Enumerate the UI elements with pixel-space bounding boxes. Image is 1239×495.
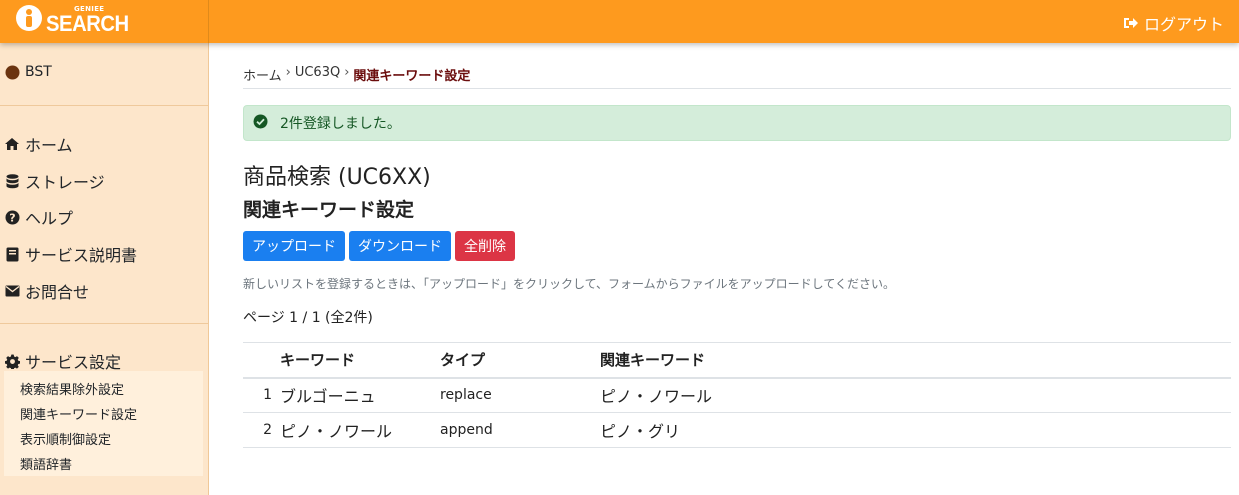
check-circle-icon [253,114,268,133]
row-index: 2 [243,412,280,448]
row-related: ピノ・グリ [600,412,1231,448]
pager-info: ページ 1 / 1 (全2件) [243,310,373,326]
home-icon [4,136,20,152]
sidebar-item-storage[interactable]: ストレージ [4,169,105,193]
breadcrumb-divider [243,88,1231,89]
database-icon [4,173,20,189]
submenu-item-exclusion[interactable]: 検索結果除外設定 [20,379,124,398]
sidebar-item-label: ストレージ [25,173,105,192]
sidebar-item-help[interactable]: ? ヘルプ [4,205,73,229]
row-type: append [440,412,600,448]
book-icon [4,246,20,262]
question-circle-icon: ? [4,209,20,225]
sidebar-item-service-settings[interactable]: サービス設定 [4,349,121,373]
sign-out-icon [1123,16,1139,30]
submenu-item-related-keywords[interactable]: 関連キーワード設定 [20,404,137,423]
row-keyword: ブルゴーニュ [280,377,440,413]
logo[interactable]: GENIEE SEARCH [0,0,209,43]
envelope-icon [4,283,20,299]
header-related: 関連キーワード [600,342,1231,379]
logout-label: ログアウト [1143,15,1224,34]
sidebar-item-home[interactable]: ホーム [4,132,73,156]
breadcrumb-account[interactable]: UC63Q [295,65,340,84]
header-keyword: キーワード [280,342,440,379]
row-keyword: ピノ・ノワール [280,412,440,448]
upload-button[interactable]: アップロード [243,231,345,261]
row-related: ピノ・ノワール [600,377,1231,413]
sidebar-divider [0,323,208,324]
table-header-row: キーワード タイプ 関連キーワード [243,342,1231,379]
alert-message: 2件登録しました。 [280,116,401,132]
breadcrumb-home[interactable]: ホーム [243,65,282,84]
logout-button[interactable]: ログアウト [1123,11,1224,35]
header-index [243,342,280,379]
page-title: 商品検索 (UC6XX) [243,165,431,190]
breadcrumb-current: 関連キーワード設定 [353,69,471,84]
breadcrumb-separator: › [285,65,291,80]
account-dot-icon [4,64,20,80]
submenu-item-display-order[interactable]: 表示順制御設定 [20,429,111,448]
sidebar-item-label: サービス説明書 [25,246,138,265]
sidebar-item-label: ホーム [25,136,73,155]
top-header: GENIEE SEARCH ログアウト [0,0,1239,43]
breadcrumb-separator: › [344,65,350,80]
sidebar-item-label: サービス設定 [25,353,122,372]
success-alert: 2件登録しました。 [243,105,1231,141]
submenu-item-synonyms[interactable]: 類語辞書 [20,454,72,473]
sidebar-item-label: ヘルプ [25,209,74,228]
section-title: 関連キーワード設定 [243,199,415,221]
row-type: replace [440,377,600,413]
sidebar-item-manual[interactable]: サービス説明書 [4,242,137,266]
row-index: 1 [243,377,280,413]
account-name: BST [25,64,52,80]
sidebar-item-contact[interactable]: お問合せ [4,279,89,303]
sidebar-item-label: お問合せ [25,283,90,302]
sidebar-divider [0,105,208,106]
sidebar: BST ホーム ストレージ ? ヘルプ サービス説明書 お問合せ サービス設定 … [0,43,209,495]
logo-text: SEARCH [46,11,129,36]
gear-icon [4,353,20,369]
svg-text:?: ? [9,211,15,224]
keyword-table: キーワード タイプ 関連キーワード 1 ブルゴーニュ replace ピノ・ノワ… [243,342,1231,448]
logo-info-icon [16,5,42,31]
breadcrumb: ホーム › UC63Q › 関連キーワード設定 [243,65,470,84]
download-button[interactable]: ダウンロード [349,231,451,261]
help-text: 新しいリストを登録するときは、「アップロード」をクリックして、フォームからファイ… [243,277,895,291]
table-row[interactable]: 1 ブルゴーニュ replace ピノ・ノワール [243,377,1231,413]
delete-all-button[interactable]: 全削除 [455,231,515,261]
table-row[interactable]: 2 ピノ・ノワール append ピノ・グリ [243,412,1231,448]
action-buttons: アップロード ダウンロード 全削除 [243,231,515,261]
header-type: タイプ [440,342,600,379]
account-item[interactable]: BST [4,64,52,80]
settings-submenu: 検索結果除外設定 関連キーワード設定 表示順制御設定 類語辞書 [4,371,203,476]
